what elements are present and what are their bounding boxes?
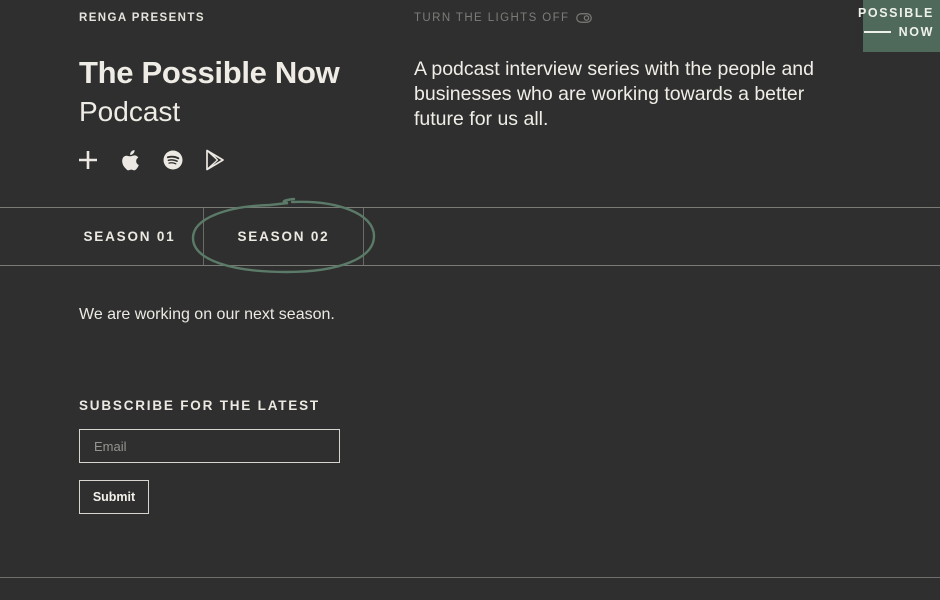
plus-icon[interactable] [79, 148, 107, 172]
lights-toggle-label: TURN THE LIGHTS OFF [414, 12, 570, 24]
page-title: The Possible Now [79, 55, 340, 90]
spotify-icon[interactable] [163, 148, 191, 172]
podcast-description: A podcast interview series with the peop… [414, 58, 814, 130]
apple-icon[interactable] [121, 148, 149, 172]
logo-dash [864, 31, 891, 33]
email-field[interactable] [79, 429, 340, 463]
footer-divider [0, 577, 940, 578]
possible-now-logo[interactable]: POSSIBLE NOW [858, 0, 940, 52]
subscribe-heading: SUBSCRIBE FOR THE LATEST [79, 398, 320, 413]
page-subtitle: Podcast [79, 96, 181, 127]
submit-button[interactable]: Submit [79, 480, 149, 514]
tab-season-01[interactable]: SEASON 01 [56, 208, 203, 265]
season-status-message: We are working on our next season. [79, 306, 335, 323]
platform-links [79, 148, 233, 172]
logo-line-1: POSSIBLE [857, 6, 934, 20]
tab-season-02[interactable]: SEASON 02 [203, 208, 364, 265]
google-play-icon[interactable] [205, 148, 233, 172]
logo-line-2: NOW [898, 25, 934, 39]
toggle-icon [576, 13, 593, 23]
lights-toggle[interactable]: TURN THE LIGHTS OFF [414, 12, 593, 24]
page: RENGA PRESENTS TURN THE LIGHTS OFF POSSI… [0, 0, 940, 600]
season-tabs: SEASON 01 SEASON 02 [0, 207, 940, 266]
presents-label: RENGA PRESENTS [79, 12, 205, 24]
